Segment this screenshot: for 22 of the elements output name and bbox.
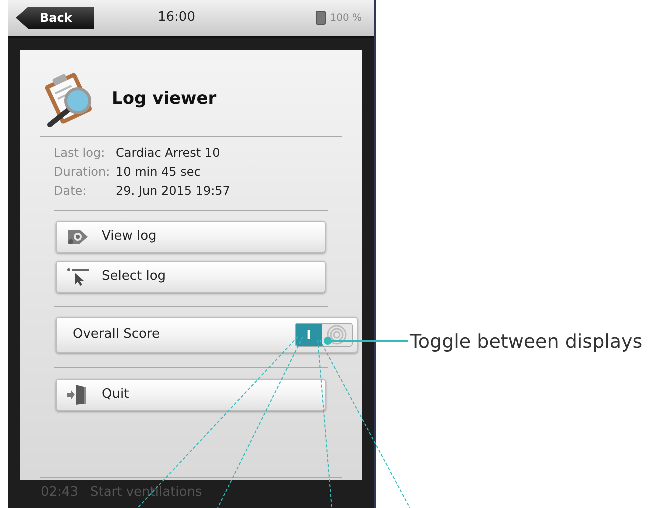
display-toggle[interactable]: I [295, 323, 353, 347]
info-value: 29. Jun 2015 19:57 [116, 183, 230, 200]
info-label: Date: [54, 183, 88, 200]
quit-button[interactable]: Quit [56, 379, 326, 411]
menu-button[interactable]: Select log [56, 261, 326, 293]
target-icon [327, 325, 347, 345]
battery-icon [316, 11, 326, 25]
clock-time: 16:00 [158, 9, 196, 28]
annotation-label: Toggle between displays [410, 330, 643, 355]
menu-button[interactable]: View log [56, 221, 326, 253]
info-label: Last log: [54, 145, 106, 162]
eye-tag-icon [66, 228, 90, 246]
toggle-on-label: I [296, 324, 322, 346]
score-label: Overall Score [73, 326, 160, 344]
info-value: 10 min 45 sec [116, 164, 201, 181]
battery-percent: 100 % [330, 12, 362, 26]
info-label: Duration: [54, 164, 112, 181]
exit-door-icon [66, 384, 88, 406]
dialog-title: Log viewer [112, 88, 217, 112]
info-value: Cardiac Arrest 10 [116, 145, 220, 162]
back-button[interactable]: Back [16, 7, 94, 29]
cursor-icon [66, 268, 90, 286]
